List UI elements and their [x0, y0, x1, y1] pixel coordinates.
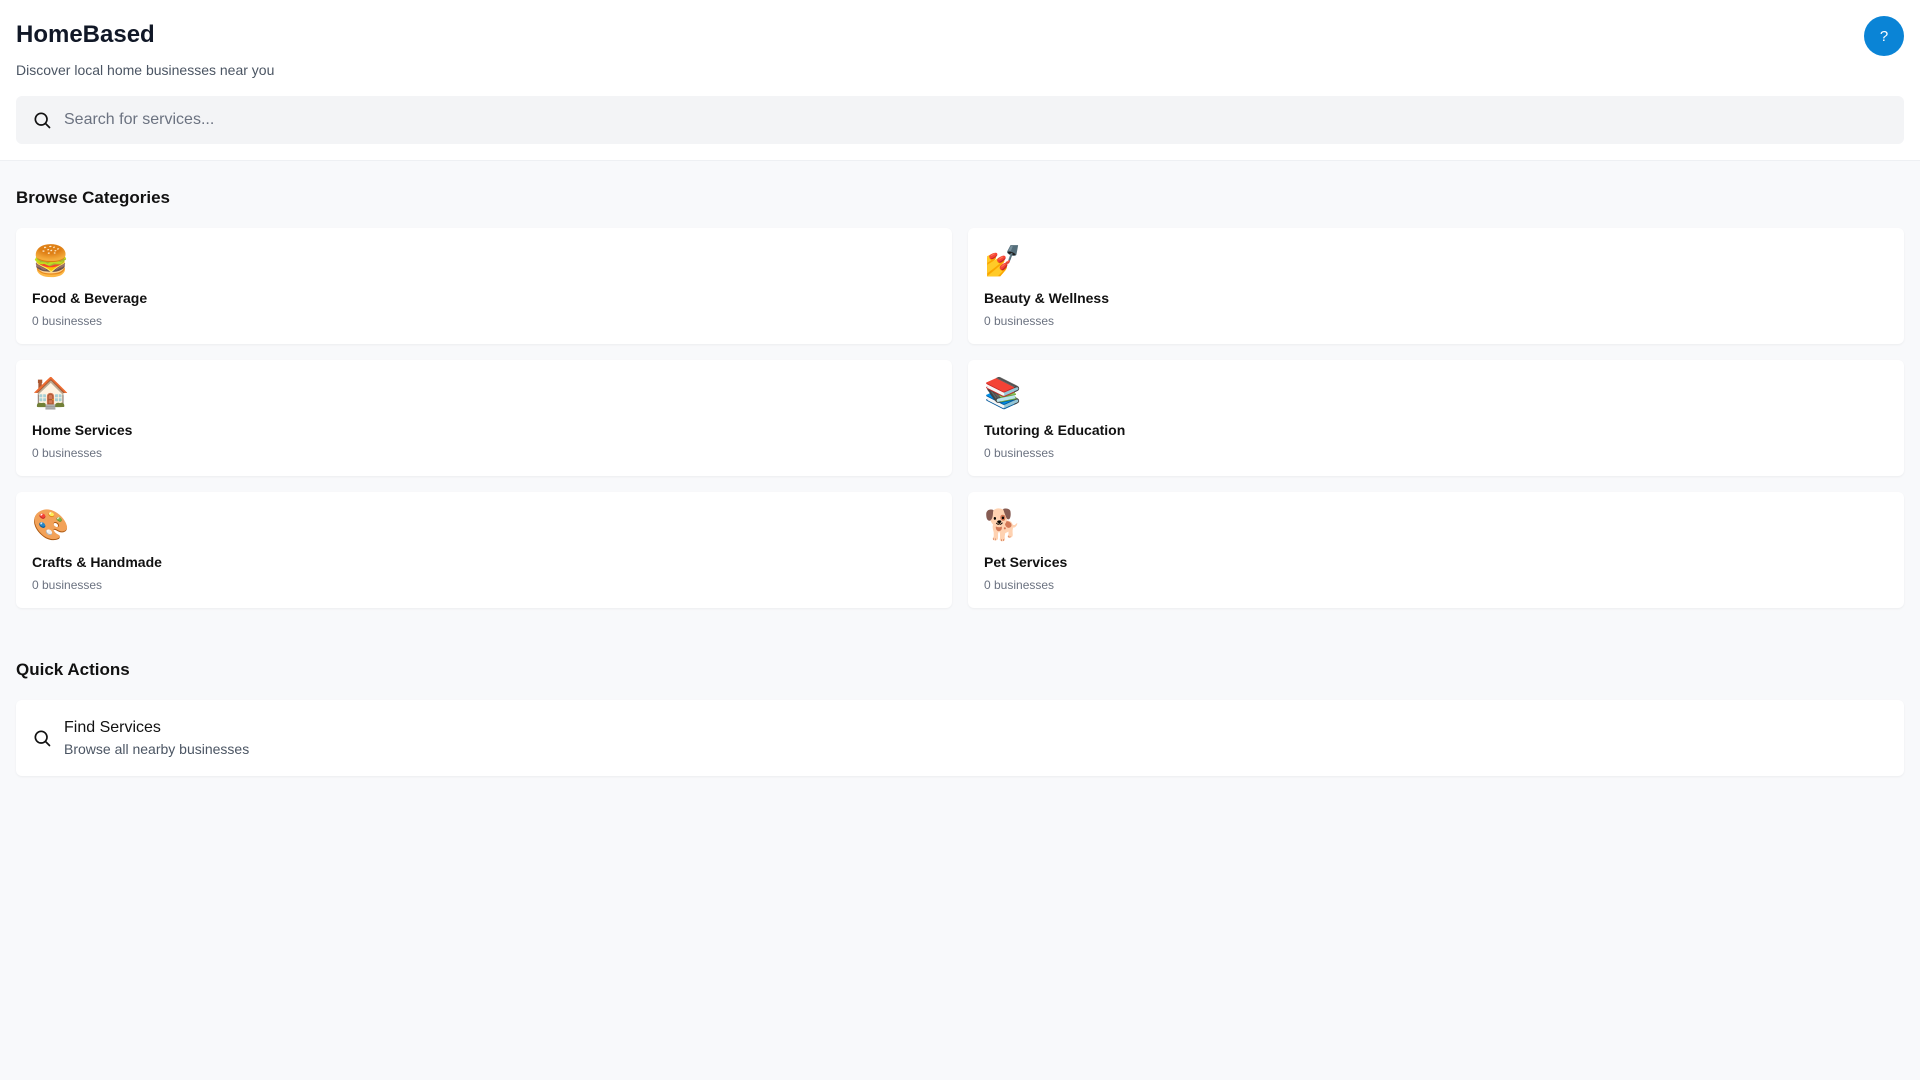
app-title: HomeBased: [16, 21, 155, 48]
browse-categories-title: Browse Categories: [16, 188, 170, 207]
house-icon: 🏠: [32, 377, 70, 410]
find-services-action[interactable]: Find Services Browse all nearby business…: [16, 700, 1904, 776]
category-name: Pet Services: [984, 554, 1068, 570]
search-bar[interactable]: [16, 96, 1904, 144]
search-input[interactable]: [64, 96, 1904, 144]
category-count: 0 businesses: [984, 446, 1055, 460]
category-card-food-beverage[interactable]: 🍔 Food & Beverage 0 businesses: [16, 228, 952, 344]
category-name: Food & Beverage: [32, 290, 148, 306]
category-count: 0 businesses: [32, 446, 103, 460]
category-card-pet-services[interactable]: 🐕 Pet Services 0 businesses: [968, 492, 1904, 608]
category-card-tutoring-education[interactable]: 📚 Tutoring & Education 0 businesses: [968, 360, 1904, 476]
category-card-beauty-wellness[interactable]: 💅 Beauty & Wellness 0 businesses: [968, 228, 1904, 344]
search-icon: [34, 112, 51, 129]
category-name: Beauty & Wellness: [984, 290, 1110, 306]
quick-actions-title: Quick Actions: [16, 660, 130, 679]
dog-icon: 🐕: [984, 509, 1022, 542]
quick-action-title: Find Services: [64, 719, 161, 736]
category-name: Tutoring & Education: [984, 422, 1126, 438]
quick-action-description: Browse all nearby businesses: [64, 741, 250, 757]
burger-icon: 🍔: [32, 245, 70, 278]
app-header: HomeBased Discover local home businesses…: [0, 0, 1920, 161]
palette-icon: 🎨: [32, 509, 70, 542]
category-name: Crafts & Handmade: [32, 554, 162, 570]
help-button[interactable]: ?: [1864, 16, 1904, 56]
category-count: 0 businesses: [984, 314, 1055, 328]
category-card-crafts-handmade[interactable]: 🎨 Crafts & Handmade 0 businesses: [16, 492, 952, 608]
search-icon: [34, 730, 51, 747]
category-count: 0 businesses: [32, 314, 103, 328]
quick-action-text: Find Services Browse all nearby business…: [64, 719, 249, 757]
category-name: Home Services: [32, 422, 133, 438]
category-count: 0 businesses: [32, 578, 103, 592]
app-subtitle: Discover local home businesses near you: [16, 62, 275, 78]
category-count: 0 businesses: [984, 578, 1055, 592]
nail-polish-icon: 💅: [984, 245, 1022, 278]
books-icon: 📚: [984, 377, 1022, 410]
category-card-home-services[interactable]: 🏠 Home Services 0 businesses: [16, 360, 952, 476]
category-grid: 🍔 Food & Beverage 0 businesses 💅 Beauty …: [16, 228, 1904, 608]
